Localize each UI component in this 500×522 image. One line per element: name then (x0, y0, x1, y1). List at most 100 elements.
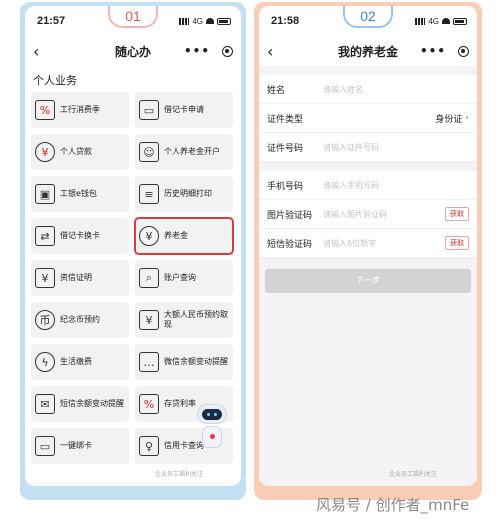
service-tile-label: 微信余额变动提醒 (164, 357, 228, 366)
coin-icon: 币 (35, 310, 55, 330)
nav-bar: ‹ 随心办 ••• (25, 36, 241, 66)
service-tile-label: 个人贷款 (60, 147, 92, 156)
id-type-value[interactable]: 身份证 (435, 112, 462, 125)
name-input[interactable] (323, 84, 469, 94)
name-row: 姓名 (259, 75, 477, 104)
more-icon[interactable]: ••• (184, 44, 210, 58)
back-icon[interactable]: ‹ (33, 42, 53, 61)
service-tile-label: 养老金 (164, 231, 188, 240)
step-1-panel: 01 21:57 4G ‹ 随心办 ••• 个人业务 % 工行消费季 ▭ 借记卡申请 ¥… (20, 2, 246, 500)
image-code-input[interactable] (323, 209, 445, 219)
service-tile-label: 短信余额变动提醒 (60, 399, 124, 408)
service-tile[interactable]: ¥ 个人贷款 (31, 134, 129, 170)
back-icon[interactable]: ‹ (267, 42, 287, 61)
account-query-icon: ⌕ (139, 268, 159, 288)
watermark: 企业员工福利关注 (155, 471, 204, 478)
service-tile[interactable]: ▭ 一键绑卡 (31, 428, 129, 464)
get-image-code-button[interactable]: 获取 (445, 207, 469, 221)
bind-card-icon: ▭ (35, 436, 55, 456)
percent-card-icon: % (35, 100, 55, 120)
service-tile-label: 借记卡申请 (164, 105, 204, 114)
service-tile-label: 个人养老金开户 (164, 147, 220, 156)
sms-code-input[interactable] (323, 238, 445, 248)
wechat-notify-icon: … (139, 352, 159, 372)
service-tile-label: 工银e钱包 (60, 189, 97, 198)
service-tile[interactable]: ≡ 历史明细打印 (135, 176, 233, 212)
service-tile[interactable]: … 微信余额变动提醒 (135, 344, 233, 380)
image-code-label: 图片验证码 (267, 210, 313, 221)
sms-code-row: 短信验证码 获取 (259, 229, 477, 258)
service-tile[interactable]: ¥ 养老金 (134, 217, 234, 255)
signal-icon (179, 17, 190, 25)
service-tile[interactable]: ϟ 生活缴费 (31, 344, 129, 380)
service-tile-label: 账户查询 (164, 273, 196, 282)
id-type-row[interactable]: 证件类型 身份证 › (259, 104, 477, 133)
phone-input[interactable] (323, 180, 469, 190)
section-title: 个人业务 (33, 74, 77, 87)
service-tile[interactable]: ¥ 资信证明 (31, 260, 129, 296)
phone-screen-left: 01 21:57 4G ‹ 随心办 ••• 个人业务 % 工行消费季 ▭ 借记卡申请 ¥… (25, 6, 241, 486)
network-type: 4G (428, 16, 439, 26)
close-miniprogram-icon[interactable] (458, 45, 469, 57)
service-tile-label: 历史明细打印 (164, 189, 212, 198)
assistant-robot-icon[interactable] (197, 404, 227, 450)
service-tile-label: 大额人民币预约取现 (164, 310, 228, 329)
sms-code-label: 短信验证码 (267, 239, 313, 250)
wifi-icon (206, 18, 214, 24)
service-tile[interactable]: ¥ 大额人民币预约取现 (135, 302, 233, 338)
service-tile[interactable]: 币纪念币预约 (31, 302, 129, 338)
chevron-right-icon: › (465, 113, 469, 123)
service-tile[interactable]: ▭ 借记卡申请 (135, 92, 233, 128)
service-tile[interactable]: ⇄ 借记卡换卡 (31, 218, 129, 254)
get-sms-code-button[interactable]: 获取 (445, 236, 469, 250)
network-type: 4G (192, 16, 203, 26)
credit-certificate-icon: ¥ (35, 268, 55, 288)
id-type-label: 证件类型 (267, 114, 304, 125)
service-tile[interactable]: % 工行消费季 (31, 92, 129, 128)
debit-card-icon: ▭ (139, 100, 159, 120)
service-tile[interactable]: ☺ 个人养老金开户 (135, 134, 233, 170)
nav-bar: ‹ 我的养老金 ••• (259, 36, 477, 66)
rate-icon: % (139, 394, 159, 414)
signal-icon (415, 17, 426, 25)
pension-icon: ¥ (139, 226, 159, 246)
watermark: 企业员工福利关注 (389, 471, 438, 478)
id-number-row: 证件号码 (259, 133, 477, 162)
service-tile-label: 存贷利率 (164, 399, 196, 408)
battery-icon (453, 17, 467, 25)
credit-card-query-icon: ♀ (139, 436, 159, 456)
id-number-label: 证件号码 (267, 143, 304, 154)
service-tile[interactable]: ⌕ 账户查询 (135, 260, 233, 296)
image-credit: 风易号 / 创作者_mnFe (316, 496, 470, 514)
step-2-panel: 02 21:58 4G ‹ 我的养老金 ••• 姓名 证件类型 身 (254, 2, 482, 500)
sms-notify-icon: ✉ (35, 394, 55, 414)
step-badge: 02 (343, 6, 393, 28)
print-icon: ≡ (139, 184, 159, 204)
pension-account-icon: ☺ (139, 142, 159, 162)
close-miniprogram-icon[interactable] (222, 45, 233, 57)
service-tile-label: 纪念币预约 (60, 315, 100, 324)
service-tile[interactable]: ▣ 工银e钱包 (31, 176, 129, 212)
image-code-row: 图片验证码 获取 (259, 200, 477, 229)
service-tile[interactable]: ✉ 短信余额变动提醒 (31, 386, 129, 422)
service-tile-label: 一键绑卡 (60, 441, 92, 450)
utility-icon: ϟ (35, 352, 55, 372)
phone-label: 手机号码 (267, 181, 304, 192)
phone-screen-right: 02 21:58 4G ‹ 我的养老金 ••• 姓名 证件类型 身 (259, 6, 477, 486)
service-tile-label: 资信证明 (60, 273, 92, 282)
next-step-button[interactable]: 下一步 (265, 268, 471, 293)
loan-icon: ¥ (35, 142, 55, 162)
service-tile-label: 借记卡换卡 (60, 231, 100, 240)
battery-icon (217, 17, 231, 25)
service-tile-label: 工行消费季 (60, 105, 100, 114)
card-swap-icon: ⇄ (35, 226, 55, 246)
step-badge: 01 (108, 6, 158, 28)
more-icon[interactable]: ••• (420, 44, 446, 58)
cash-withdraw-icon: ¥ (139, 310, 159, 330)
phone-row: 手机号码 (259, 171, 477, 200)
name-label: 姓名 (267, 85, 286, 96)
wifi-icon (442, 18, 450, 24)
service-tile-label: 生活缴费 (60, 357, 92, 366)
wallet-icon: ▣ (35, 184, 55, 204)
id-number-input[interactable] (323, 142, 469, 152)
